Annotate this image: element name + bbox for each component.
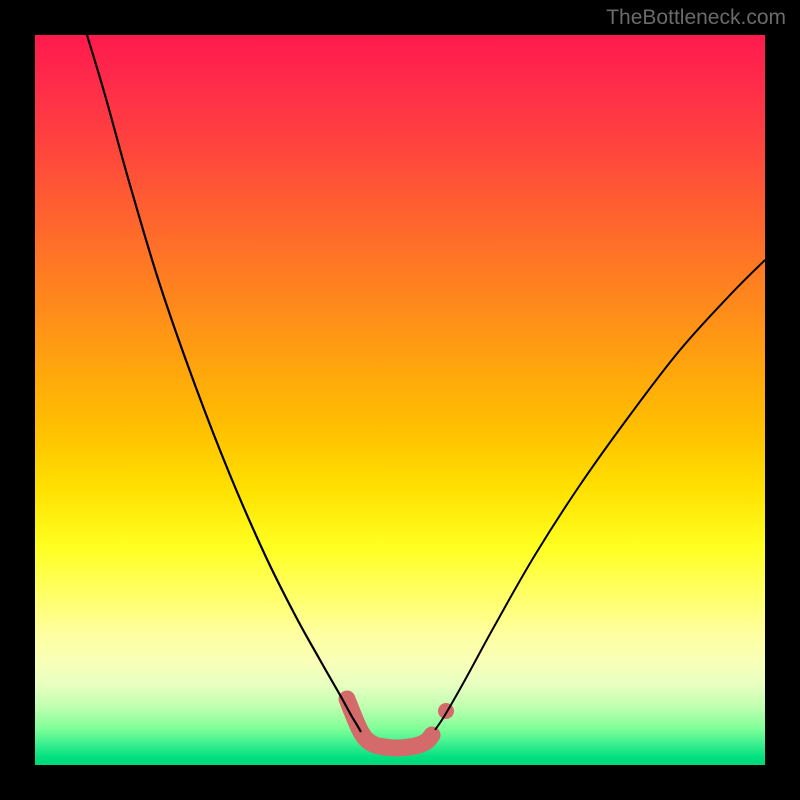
curves-group (87, 35, 765, 748)
chart-frame: TheBottleneck.com (0, 0, 800, 800)
left-curve (87, 35, 361, 732)
valley-highlight (347, 699, 432, 748)
plot-area (35, 35, 765, 765)
curve-layer (35, 35, 765, 765)
right-curve (435, 260, 765, 730)
watermark-text: TheBottleneck.com (606, 6, 786, 30)
